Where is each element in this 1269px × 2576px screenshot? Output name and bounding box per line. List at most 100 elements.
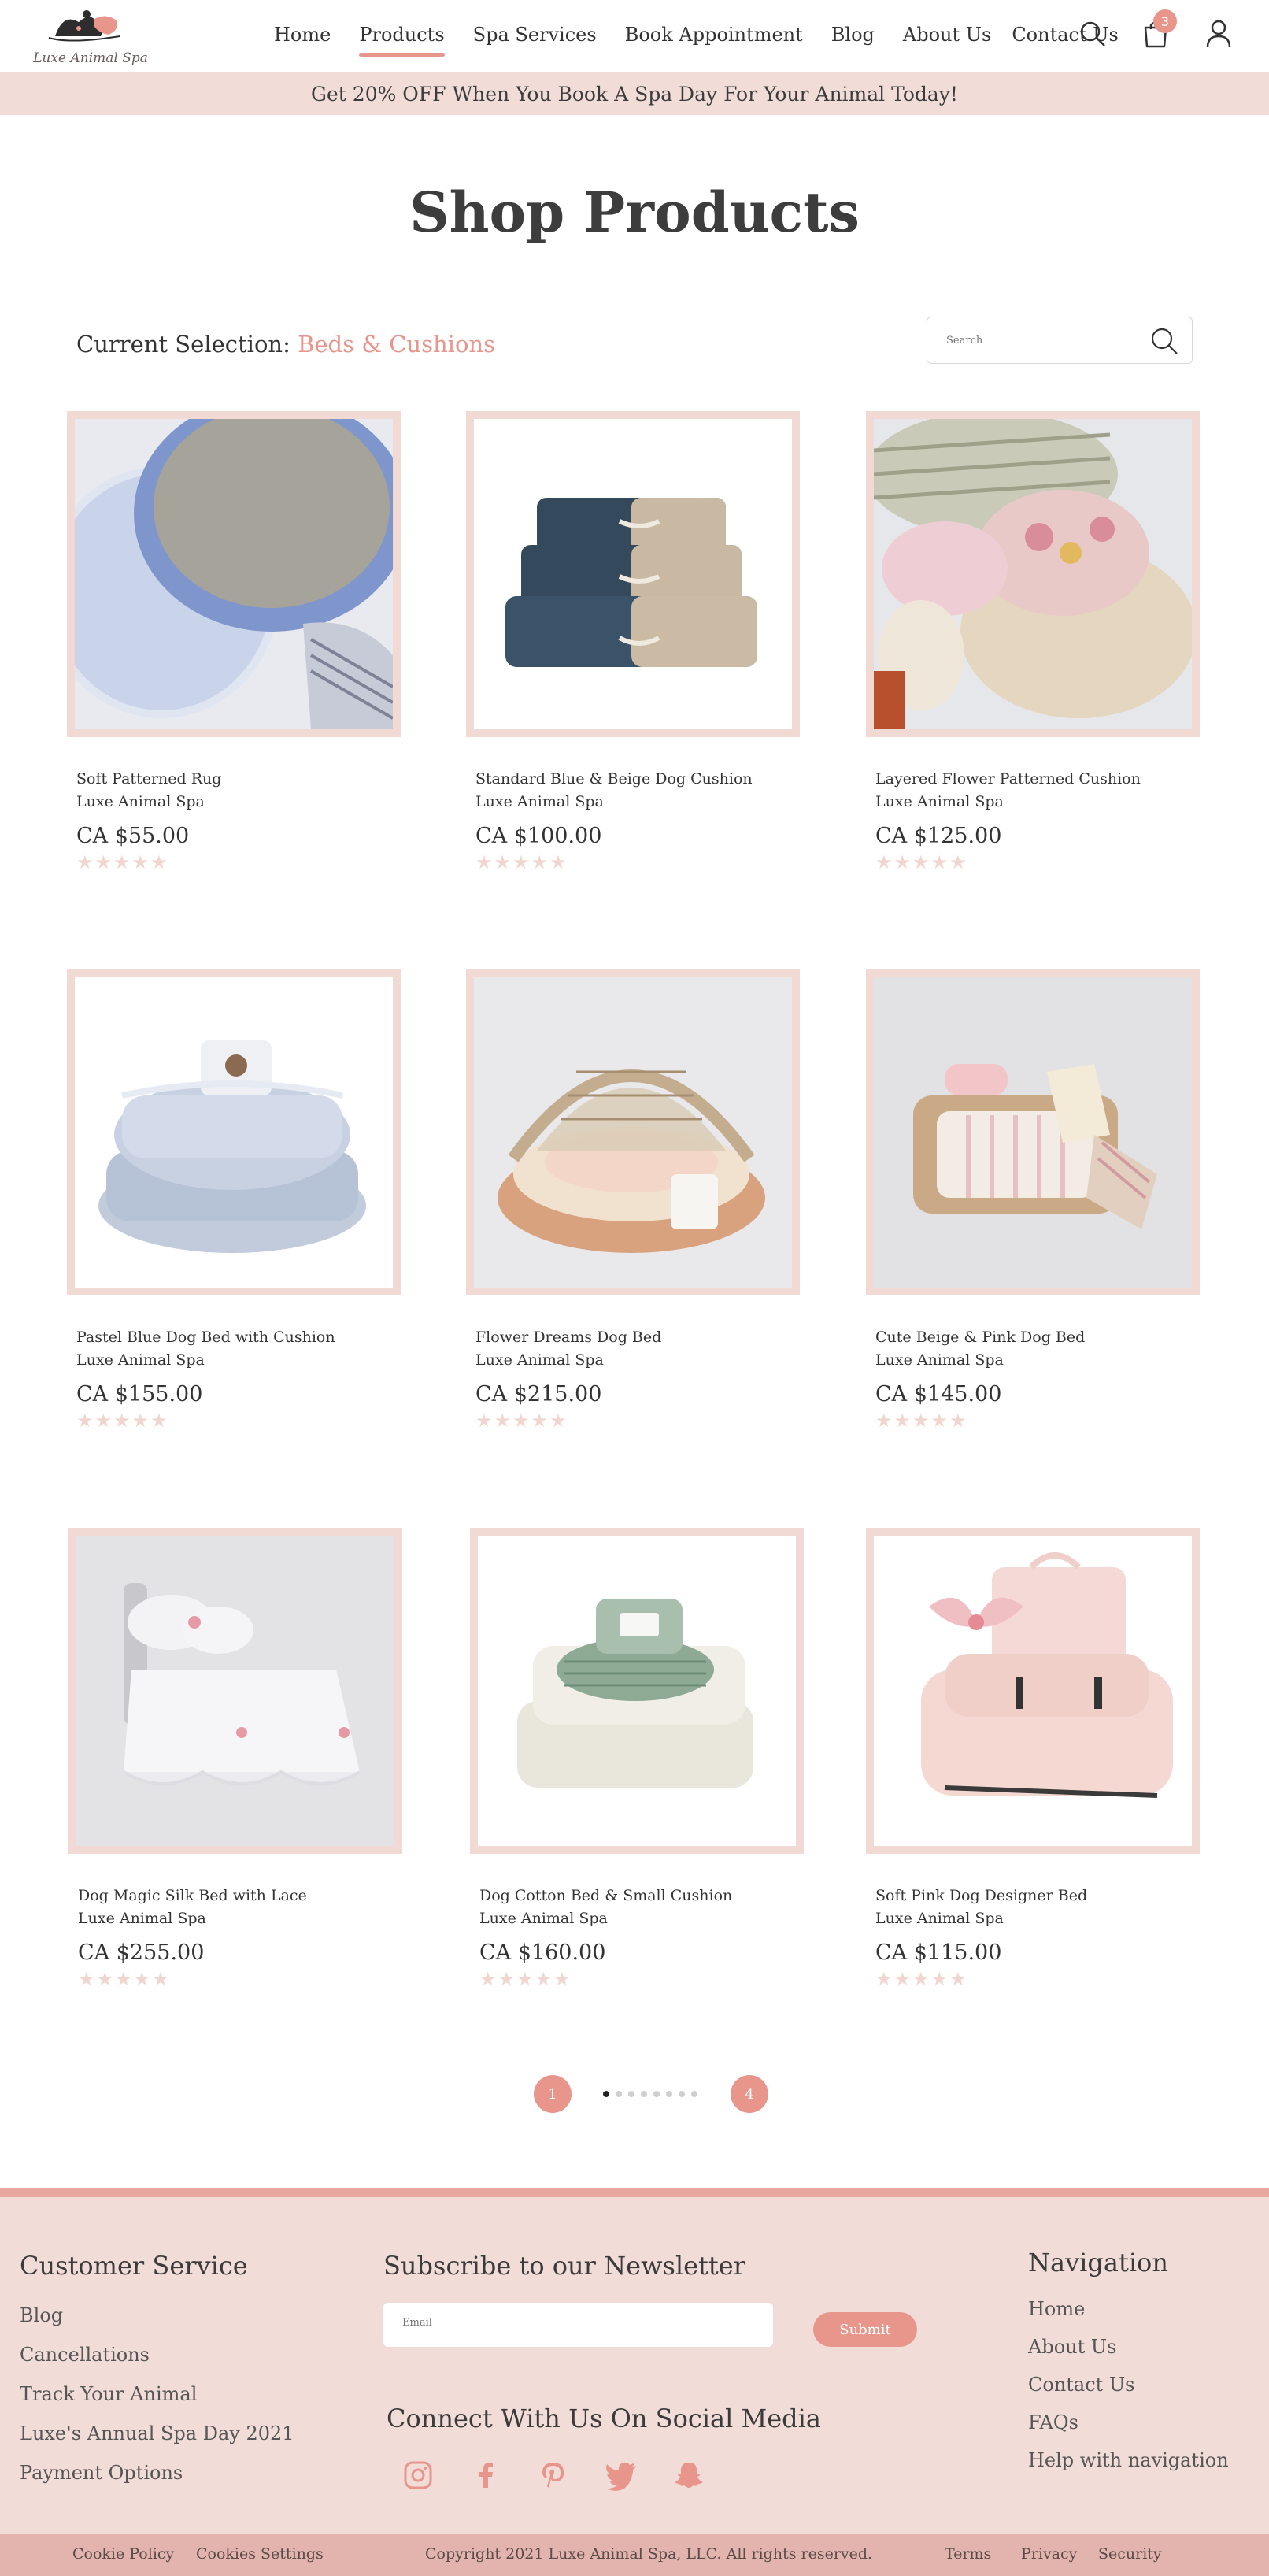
nav-about-us[interactable]: About Us	[903, 24, 991, 54]
submit-button[interactable]: Submit	[813, 2312, 917, 2347]
nav-products[interactable]: Products	[359, 24, 445, 57]
product-image[interactable]	[466, 969, 800, 1295]
product-card[interactable]: Cute Beige & Pink Dog Bed Luxe Animal Sp…	[866, 969, 1204, 1432]
terms-link[interactable]: Terms	[945, 2545, 991, 2563]
footer-link-blog[interactable]: Blog	[20, 2304, 294, 2326]
product-name[interactable]: Standard Blue & Beige Dog Cushion	[475, 767, 805, 791]
footer-link-track-animal[interactable]: Track Your Animal	[20, 2383, 294, 2405]
product-brand: Luxe Animal Spa	[78, 1910, 206, 1927]
rating-stars[interactable]: ★★★★★	[76, 1410, 405, 1432]
product-name[interactable]: Soft Patterned Rug	[76, 767, 405, 791]
search-icon[interactable]	[1148, 324, 1181, 358]
nav-book-appointment[interactable]: Book Appointment	[625, 24, 803, 54]
product-brand: Luxe Animal Spa	[875, 1351, 1004, 1369]
twitter-icon[interactable]	[603, 2457, 639, 2493]
security-link[interactable]: Security	[1098, 2545, 1162, 2563]
product-image[interactable]	[866, 969, 1200, 1295]
product-brand: Luxe Animal Spa	[875, 793, 1004, 810]
product-image[interactable]	[67, 969, 401, 1295]
cart-icon[interactable]: 3	[1138, 9, 1177, 52]
navigation-column: Navigation Home About Us Contact Us FAQs…	[1028, 2248, 1229, 2471]
selection-category[interactable]: Beds & Cushions	[298, 331, 495, 358]
product-card[interactable]: Soft Patterned Rug Luxe Animal Spa CA $5…	[67, 411, 405, 873]
footer-link-cancellations[interactable]: Cancellations	[20, 2344, 294, 2366]
logo[interactable]: Luxe Animal Spa	[31, 5, 150, 69]
product-name[interactable]: Cute Beige & Pink Dog Bed	[875, 1325, 1204, 1349]
rating-stars[interactable]: ★★★★★	[875, 1410, 1204, 1432]
user-icon[interactable]	[1201, 16, 1237, 52]
product-image[interactable]	[466, 411, 800, 737]
nav-spa-services[interactable]: Spa Services	[473, 24, 597, 54]
product-name[interactable]: Soft Pink Dog Designer Bed	[875, 1884, 1204, 1907]
page-dot[interactable]	[653, 2091, 660, 2097]
product-card[interactable]: Standard Blue & Beige Dog Cushion Luxe A…	[466, 411, 805, 873]
rating-stars[interactable]: ★★★★★	[475, 851, 805, 873]
page-last-button[interactable]: 4	[731, 2075, 768, 2113]
page-title: Shop Products	[409, 180, 860, 245]
product-brand: Luxe Animal Spa	[479, 1910, 608, 1927]
product-image[interactable]	[866, 1528, 1200, 1854]
footer-link-payment-options[interactable]: Payment Options	[20, 2462, 294, 2484]
footer-nav-contact-us[interactable]: Contact Us	[1028, 2374, 1229, 2396]
product-card[interactable]: Layered Flower Patterned Cushion Luxe An…	[866, 411, 1204, 873]
page-dot[interactable]	[641, 2091, 647, 2097]
cookies-settings-link[interactable]: Cookies Settings	[196, 2545, 324, 2563]
product-card[interactable]: Soft Pink Dog Designer Bed Luxe Animal S…	[866, 1528, 1204, 1990]
rating-stars[interactable]: ★★★★★	[875, 1968, 1204, 1990]
product-search	[927, 317, 1193, 364]
copyright-text: Copyright 2021 Luxe Animal Spa, LLC. All…	[425, 2545, 873, 2563]
customer-service-title: Customer Service	[20, 2251, 248, 2281]
product-card[interactable]: Flower Dreams Dog Bed Luxe Animal Spa CA…	[466, 969, 805, 1432]
rating-stars[interactable]: ★★★★★	[875, 851, 1204, 873]
snapchat-icon[interactable]	[671, 2457, 707, 2493]
product-card[interactable]: Dog Magic Silk Bed with Lace Luxe Animal…	[68, 1528, 407, 1990]
product-card[interactable]: Dog Cotton Bed & Small Cushion Luxe Anim…	[470, 1528, 808, 1990]
rating-stars[interactable]: ★★★★★	[76, 851, 405, 873]
footer-nav-faqs[interactable]: FAQs	[1028, 2411, 1229, 2433]
nav-blog[interactable]: Blog	[831, 24, 875, 54]
pinterest-icon[interactable]	[535, 2457, 572, 2493]
rating-stars[interactable]: ★★★★★	[78, 1968, 407, 1990]
rating-stars[interactable]: ★★★★★	[475, 1410, 805, 1432]
navigation-title: Navigation	[1028, 2248, 1168, 2278]
product-name[interactable]: Layered Flower Patterned Cushion	[875, 767, 1204, 791]
product-name[interactable]: Flower Dreams Dog Bed	[475, 1325, 805, 1349]
page-first-button[interactable]: 1	[534, 2075, 572, 2113]
product-image[interactable]	[68, 1528, 402, 1854]
page-dot[interactable]	[679, 2091, 685, 2097]
cookie-policy-link[interactable]: Cookie Policy	[72, 2545, 174, 2563]
footer-nav-help[interactable]: Help with navigation	[1028, 2449, 1229, 2471]
product-name[interactable]: Dog Cotton Bed & Small Cushion	[479, 1884, 808, 1907]
page-dot[interactable]	[616, 2091, 622, 2097]
nav-home[interactable]: Home	[274, 24, 331, 54]
product-brand: Luxe Animal Spa	[76, 1351, 205, 1369]
search-icon[interactable]	[1075, 16, 1111, 52]
footer-link-spa-day[interactable]: Luxe's Annual Spa Day 2021	[20, 2422, 294, 2444]
product-price: CA $115.00	[875, 1940, 1002, 1965]
search-input[interactable]	[946, 328, 1127, 352]
product-image[interactable]	[67, 411, 401, 737]
bottom-bar: Cookie Policy Cookies Settings Copyright…	[0, 2534, 1269, 2576]
page-dot[interactable]	[628, 2091, 634, 2097]
product-price: CA $100.00	[475, 824, 602, 848]
product-card[interactable]: Pastel Blue Dog Bed with Cushion Luxe An…	[67, 969, 405, 1432]
privacy-link[interactable]: Privacy	[1021, 2545, 1077, 2563]
product-name[interactable]: Pastel Blue Dog Bed with Cushion	[76, 1325, 405, 1349]
product-image[interactable]	[470, 1528, 804, 1854]
email-field[interactable]	[402, 2317, 717, 2329]
page-dot[interactable]	[691, 2091, 697, 2097]
product-name[interactable]: Dog Magic Silk Bed with Lace	[78, 1884, 407, 1907]
product-brand: Luxe Animal Spa	[475, 793, 604, 810]
instagram-icon[interactable]	[400, 2457, 436, 2493]
product-image[interactable]	[866, 411, 1200, 737]
selection-label: Current Selection:	[76, 331, 290, 358]
email-box	[383, 2303, 773, 2347]
rating-stars[interactable]: ★★★★★	[479, 1968, 808, 1990]
site-footer: Customer Service Blog Cancellations Trac…	[0, 2188, 1269, 2576]
footer-nav-home[interactable]: Home	[1028, 2298, 1229, 2320]
page-dot[interactable]	[603, 2091, 609, 2097]
facebook-icon[interactable]	[468, 2457, 504, 2493]
promo-banner[interactable]: Get 20% OFF When You Book A Spa Day For …	[0, 72, 1269, 115]
footer-nav-about-us[interactable]: About Us	[1028, 2336, 1229, 2358]
page-dot[interactable]	[666, 2091, 672, 2097]
